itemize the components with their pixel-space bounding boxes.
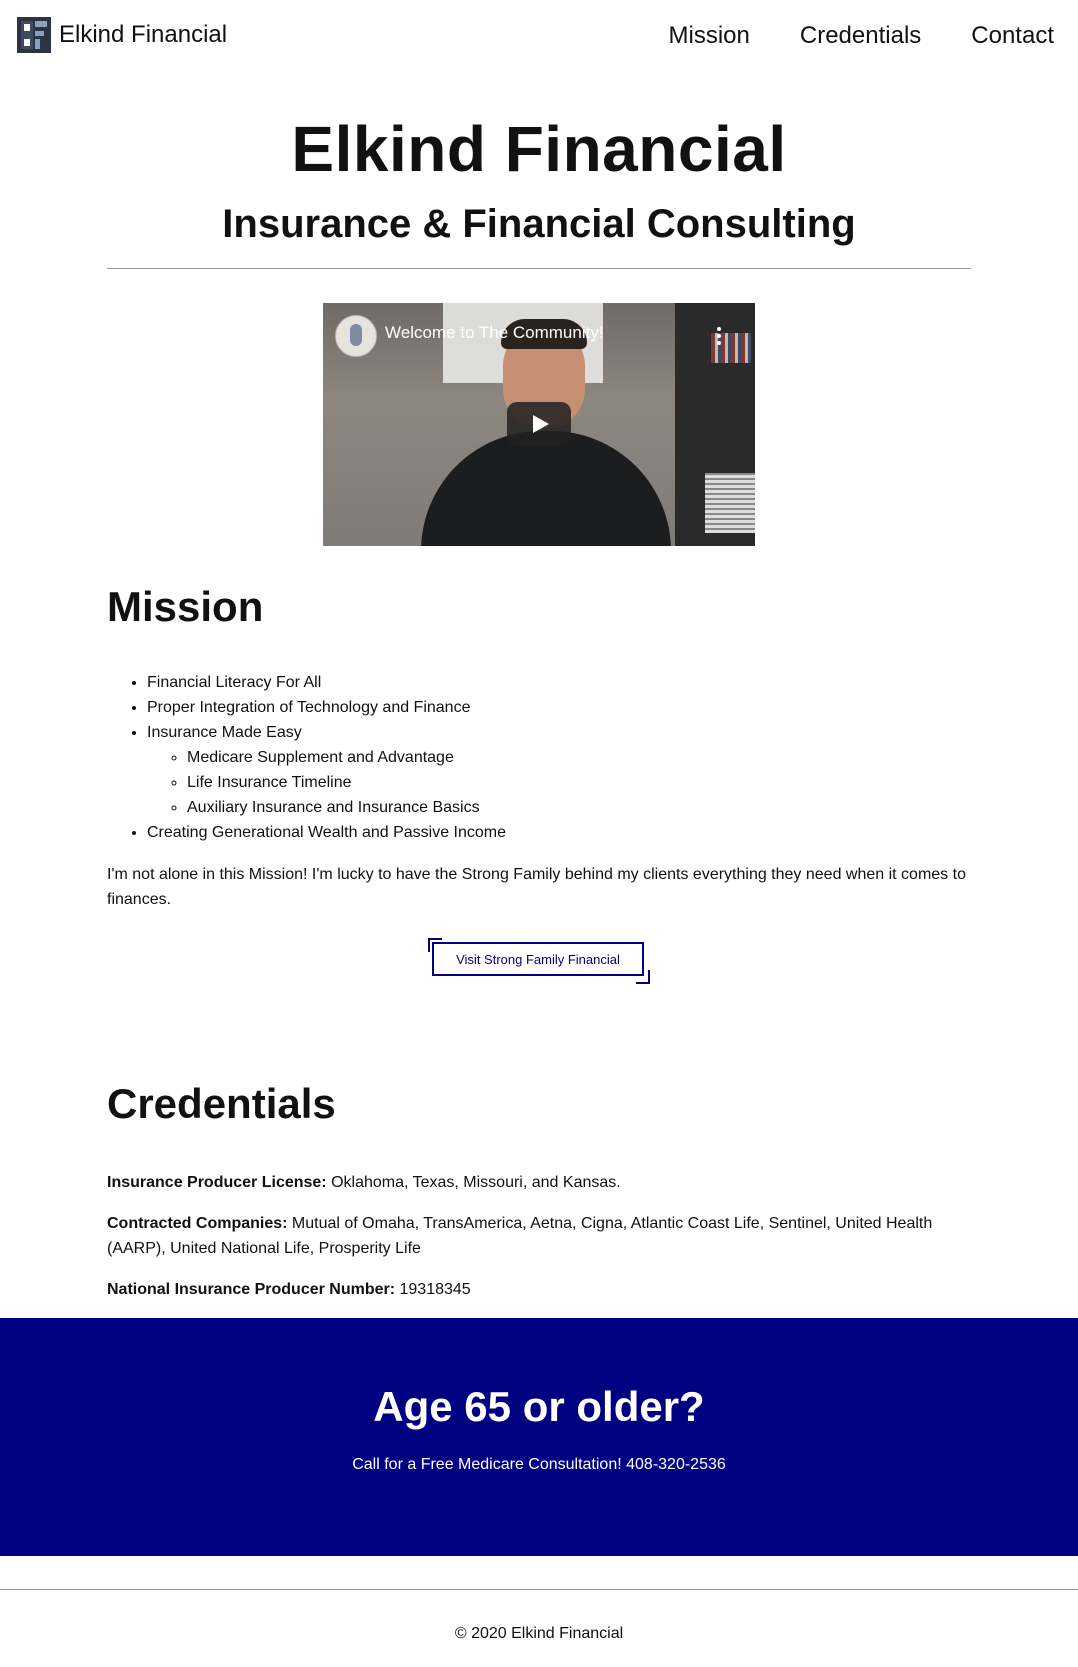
list-subitem: Life Insurance Timeline bbox=[187, 770, 1007, 795]
banner-text: Call for a Free Medicare Consultation! 4… bbox=[352, 1456, 726, 1473]
mission-heading: Mission bbox=[107, 583, 264, 630]
banner-heading: Age 65 or older? bbox=[373, 1383, 705, 1430]
cta-wrapper: Visit Strong Family Financial bbox=[428, 938, 650, 984]
video-thumbnail-person bbox=[421, 431, 671, 546]
list-item: Insurance Made Easy Medicare Supplement … bbox=[147, 720, 1007, 820]
footer-copyright: © 2020 Elkind Financial bbox=[454, 1625, 624, 1642]
license-line: Insurance Producer License: Oklahoma, Te… bbox=[107, 1170, 967, 1195]
hero-divider bbox=[107, 268, 971, 269]
list-item: Financial Literacy For All bbox=[147, 670, 1007, 695]
list-item-label: Insurance Made Easy bbox=[147, 724, 302, 741]
video-thumbnail-shelf bbox=[675, 303, 755, 546]
ef-logo-icon bbox=[17, 17, 51, 53]
mission-sublist: Medicare Supplement and Advantage Life I… bbox=[147, 745, 1007, 820]
license-label: Insurance Producer License: bbox=[107, 1174, 327, 1191]
list-item: Creating Generational Wealth and Passive… bbox=[147, 820, 1007, 845]
logo-text: Elkind Financial bbox=[59, 21, 228, 48]
play-icon[interactable] bbox=[507, 402, 571, 446]
medicare-banner: Age 65 or older? Call for a Free Medicar… bbox=[0, 1318, 1078, 1556]
list-subitem: Medicare Supplement and Advantage bbox=[187, 745, 1007, 770]
main-nav: Mission Credentials Contact bbox=[669, 22, 1054, 50]
hero-subtitle: Insurance & Financial Consulting bbox=[222, 202, 856, 246]
list-subitem: Auxiliary Insurance and Insurance Basics bbox=[187, 795, 1007, 820]
site-header: Elkind Financial Mission Credentials Con… bbox=[0, 0, 1078, 78]
hero-title: Elkind Financial bbox=[291, 113, 787, 185]
credentials-heading: Credentials bbox=[107, 1080, 336, 1127]
channel-avatar-icon[interactable] bbox=[335, 315, 377, 357]
npn-label: National Insurance Producer Number: bbox=[107, 1281, 396, 1298]
nav-contact[interactable]: Contact bbox=[971, 22, 1054, 50]
nav-credentials[interactable]: Credentials bbox=[800, 22, 921, 50]
mission-paragraph: I'm not alone in this Mission! I'm lucky… bbox=[107, 866, 966, 908]
npn-value: 19318345 bbox=[395, 1281, 471, 1298]
footer-divider bbox=[0, 1589, 1078, 1590]
companies-line: Contracted Companies: Mutual of Omaha, T… bbox=[107, 1211, 967, 1261]
license-value: Oklahoma, Texas, Missouri, and Kansas. bbox=[326, 1174, 621, 1191]
nav-mission[interactable]: Mission bbox=[669, 22, 750, 50]
mission-list: Financial Literacy For All Proper Integr… bbox=[107, 670, 1007, 845]
visit-strong-family-button[interactable]: Visit Strong Family Financial bbox=[432, 942, 644, 976]
list-item: Proper Integration of Technology and Fin… bbox=[147, 695, 1007, 720]
video-embed[interactable]: Welcome to The Community! bbox=[323, 303, 755, 546]
more-options-icon[interactable] bbox=[717, 327, 721, 348]
companies-label: Contracted Companies: bbox=[107, 1215, 288, 1232]
logo[interactable]: Elkind Financial bbox=[17, 17, 227, 53]
npn-line: National Insurance Producer Number: 1931… bbox=[107, 1277, 967, 1302]
video-title[interactable]: Welcome to The Community! bbox=[385, 323, 604, 343]
